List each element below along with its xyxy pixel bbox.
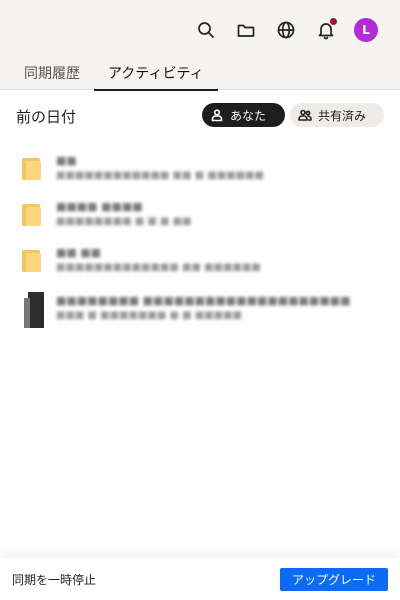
pause-sync-link[interactable]: 同期を一時停止 — [12, 571, 96, 588]
filter-shared-button[interactable]: 共有済み — [290, 103, 384, 127]
header-icons: L — [194, 17, 378, 43]
item-name: ■■■■ ■■■■ — [56, 200, 143, 213]
person-icon — [211, 109, 223, 122]
item-detail: ■■■■■■■■■■■■ ■■ ■ ■■■■■■ — [56, 170, 264, 181]
list-item[interactable]: ■■■■■■■■ ■■■■■■■■■■■■■■■■■■■■ ■■■ ■ ■■■■… — [0, 286, 400, 336]
globe-button[interactable] — [274, 18, 298, 42]
upgrade-button[interactable]: アップグレード — [280, 568, 388, 591]
folder-thumbnail — [22, 248, 42, 272]
globe-icon — [277, 21, 295, 39]
top-bar: L 同期履歴 アクティビティ — [0, 0, 400, 91]
tab-bar: 同期履歴 アクティビティ — [10, 56, 218, 91]
search-icon — [198, 22, 214, 38]
folder-icon — [237, 24, 255, 37]
filter-shared-label: 共有済み — [318, 108, 367, 123]
folder-icon — [22, 248, 42, 272]
footer-bar: 同期を一時停止 アップグレード — [0, 558, 400, 600]
item-name: ■■■■■■■■ ■■■■■■■■■■■■■■■■■■■■ — [56, 294, 351, 307]
list-item[interactable]: ■■■■ ■■■■ ■■■■■■■■ ■ ■ ■ ■■ — [0, 192, 400, 238]
tab-activity[interactable]: アクティビティ — [94, 56, 218, 91]
search-button[interactable] — [194, 18, 218, 42]
item-detail: ■■■■■■■■■■■■■ ■■ ■■■■■■ — [56, 262, 261, 273]
item-detail: ■■■■■■■■ ■ ■ ■ ■■ — [56, 216, 192, 227]
list-item[interactable]: ■■ ■■ ■■■■■■■■■■■■■ ■■ ■■■■■■ — [0, 238, 400, 284]
item-name: ■■ ■■ — [56, 246, 102, 259]
avatar[interactable]: L — [354, 18, 378, 42]
filter-you-button[interactable]: あなた — [202, 103, 285, 127]
list-item[interactable]: ■■ ■■■■■■■■■■■■ ■■ ■ ■■■■■■ — [0, 146, 400, 192]
folder-button[interactable] — [234, 18, 258, 42]
item-detail: ■■■ ■ ■■■■■■■ ■ ■ ■■■■■ — [56, 310, 242, 321]
folder-thumbnail — [22, 156, 42, 180]
item-name: ■■ — [56, 154, 77, 167]
filter-you-label: あなた — [230, 108, 267, 123]
tab-sync-history[interactable]: 同期履歴 — [10, 56, 94, 90]
folder-icon — [22, 156, 42, 180]
notification-dot — [330, 18, 337, 25]
people-icon — [298, 109, 312, 121]
section-header: 前の日付 あなた 共有済み — [0, 100, 400, 132]
folder-icon — [22, 202, 42, 226]
section-title: 前の日付 — [16, 108, 77, 126]
document-thumbnail — [24, 292, 44, 328]
document-icon — [24, 292, 44, 328]
notifications-button[interactable] — [314, 18, 338, 42]
folder-thumbnail — [22, 202, 42, 226]
